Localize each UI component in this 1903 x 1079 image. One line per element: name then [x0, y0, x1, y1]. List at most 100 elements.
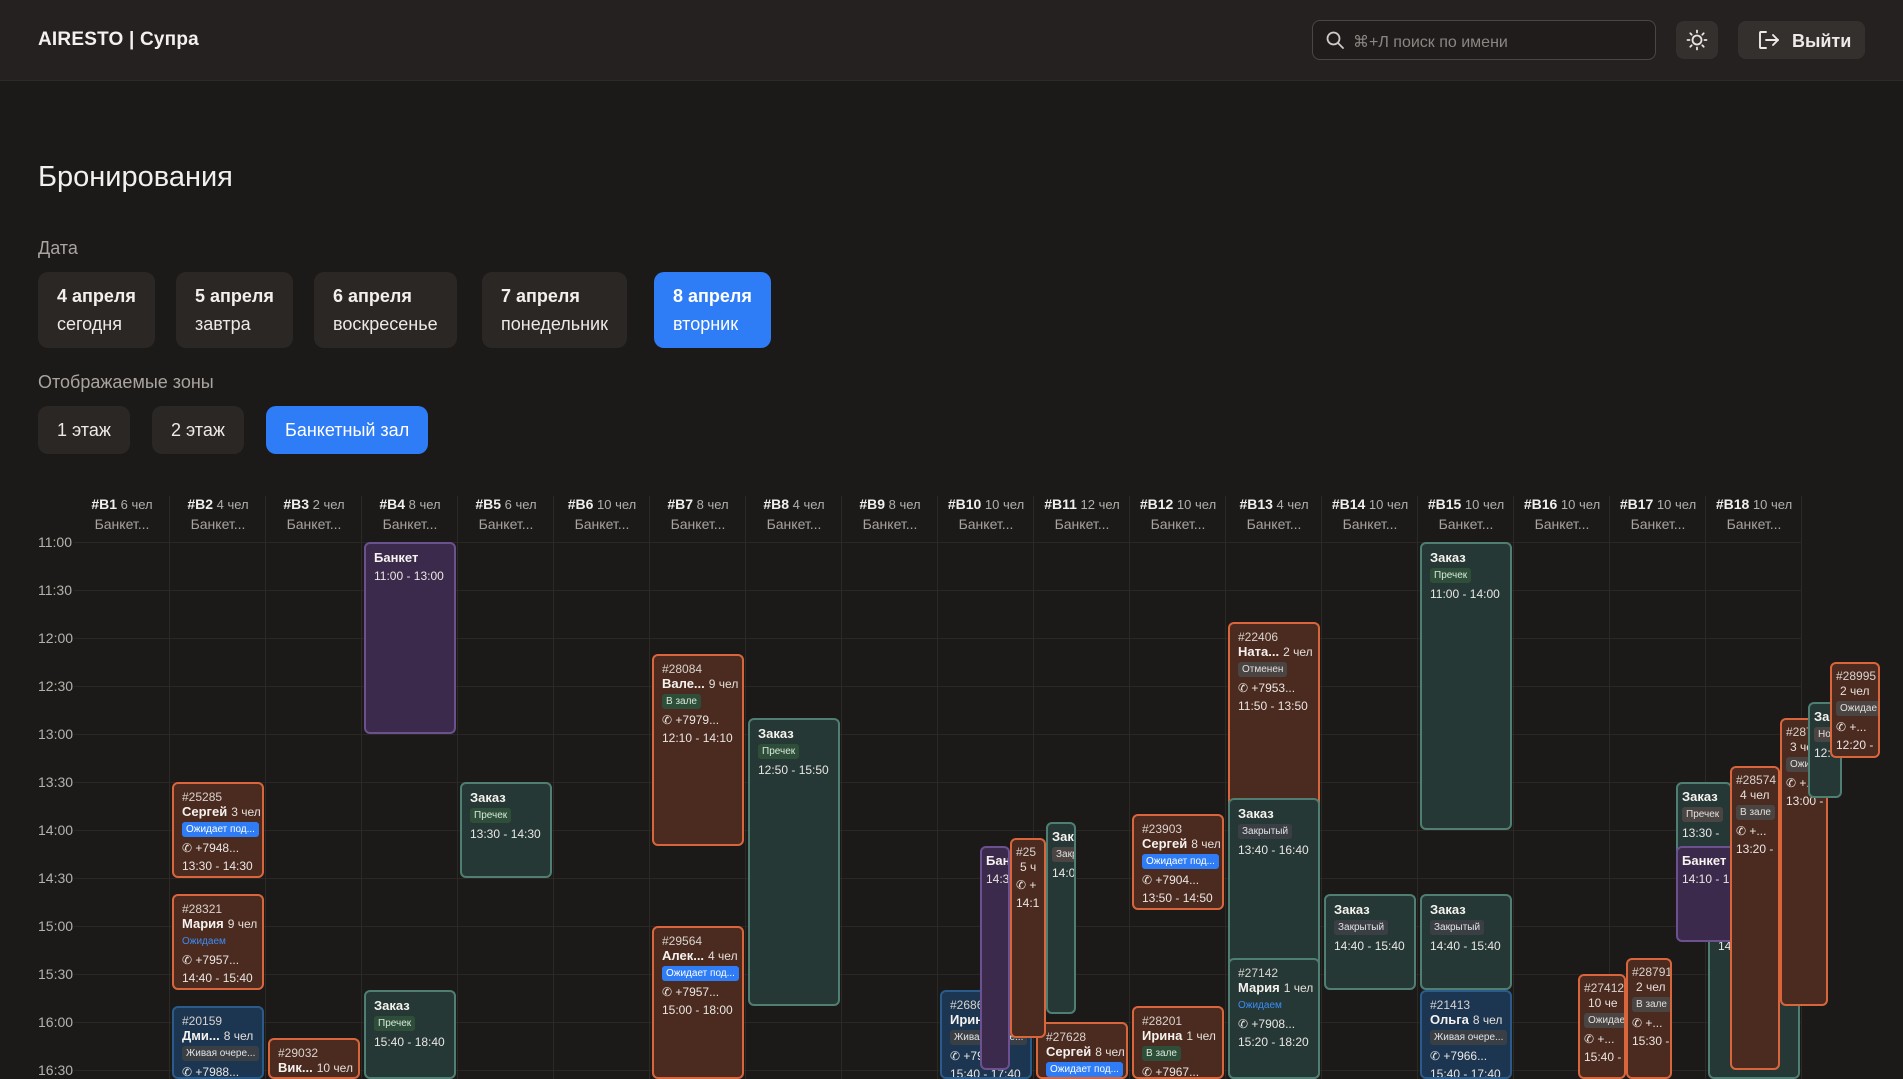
table-zone: Банкет... — [1630, 516, 1686, 532]
table-id: #B17 — [1619, 496, 1654, 512]
status-badge: Ожидает под... — [182, 822, 259, 837]
booking-card[interactable]: #29032 Вик... 10 чел — [268, 1038, 360, 1079]
booking-number: #21413 — [1430, 998, 1471, 1012]
table-seats: 10 чел — [1173, 497, 1217, 512]
table-column-header: #B10 10 чел Банкет... — [938, 496, 1034, 532]
table-id: #B8 — [763, 496, 790, 512]
booking-card[interactable]: Банкет 11:00 - 13:00 — [364, 542, 456, 734]
booking-number: #28321 — [182, 902, 223, 916]
booking-card-overlapping[interactable]: #28574 4 чел В зале ✆ +... 13:20 - — [1730, 766, 1780, 1070]
booking-time: 14:40 - 15:40 — [1334, 939, 1405, 953]
table-column-header: #B18 10 чел Банкет... — [1706, 496, 1802, 532]
time-gridline — [74, 926, 1802, 927]
booking-card[interactable]: #23903 Сергей 8 чел Ожидает под... ✆ +7904..… — [1132, 814, 1224, 910]
phone-icon: ✆ — [1836, 720, 1850, 734]
phone-text: +7957... — [675, 985, 720, 999]
status-badge: Закрытый — [1238, 824, 1293, 839]
booking-title: 10 че — [1584, 995, 1620, 1010]
booking-card-overlapping[interactable]: Бан 14:3 — [980, 846, 1010, 1070]
booking-card[interactable]: #21413 Ольга 8 чел Живая очере... ✆ +7966...… — [1420, 990, 1512, 1079]
phone-text: +7979... — [675, 713, 720, 727]
time-gridline — [74, 542, 1802, 543]
booking-card[interactable]: Заказ Пречек 12:50 - 15:50 — [748, 718, 840, 1006]
phone-number: ✆ +7979... — [662, 713, 734, 727]
table-zone: Банкет... — [1246, 516, 1302, 532]
column-divider — [457, 496, 458, 1079]
booking-title: 2 чел — [1836, 683, 1874, 698]
booking-card-overlapping[interactable]: #25 5 ч ✆ +14:1 — [1010, 838, 1046, 1038]
booking-time: 13:30 - 14:30 — [470, 827, 541, 841]
guest-count: 8 чел — [223, 1029, 254, 1043]
table-seats: 10 чел — [1557, 497, 1601, 512]
phone-number: ✆ +... — [1836, 720, 1874, 734]
table-column-header: #B9 8 чел Банкет... — [842, 496, 938, 532]
time-label: 14:30 — [38, 870, 74, 886]
column-divider — [553, 496, 554, 1079]
phone-text: + — [1029, 878, 1037, 892]
guest-count: 8 чел — [1191, 837, 1221, 851]
booking-card[interactable]: Заказ Закрытый 14:40 - 15:40 — [1324, 894, 1416, 990]
booking-time: 14:0 — [1052, 866, 1076, 880]
booking-time: 13:50 - 14:50 — [1142, 891, 1213, 905]
table-zone: Банкет... — [1534, 516, 1590, 532]
table-column-header: #B14 10 чел Банкет... — [1322, 496, 1418, 532]
status-badge: В зале — [662, 694, 701, 709]
table-zone: Банкет... — [766, 516, 822, 532]
booking-card[interactable]: #20159 Дми... 8 чел Живая очере... ✆ +7988..… — [172, 1006, 264, 1079]
table-seats: 10 чел — [1365, 497, 1409, 512]
booking-card[interactable]: #28084 Вале... 9 чел В зале ✆ +7979... 12:10 … — [652, 654, 744, 846]
booking-card-overlapping[interactable]: Зак Закр 14:0 — [1046, 822, 1076, 1014]
booking-time: 13:30 - — [1682, 826, 1720, 840]
time-gridline — [74, 974, 1802, 975]
booking-number: #28791 — [1632, 965, 1672, 979]
booking-card[interactable]: Заказ Пречек 11:00 - 14:00 — [1420, 542, 1512, 830]
booking-card[interactable]: #22406 Ната... 2 чел Отменен ✆ +7953... 11:50… — [1228, 622, 1320, 814]
guest-count: 4 чел — [1740, 788, 1770, 802]
booking-card[interactable]: #28201 Ирина 1 чел В зале ✆ +7967... — [1132, 1006, 1224, 1079]
table-zone: Банкет... — [574, 516, 630, 532]
booking-card[interactable]: #28321 Мария 9 чел Ожидаем ✆ +7957... 14:40 -… — [172, 894, 264, 990]
booking-card[interactable]: #27142 Мария 1 чел Ожидаем ✆ +7908... 15:20 -… — [1228, 958, 1320, 1079]
guest-count: 2 чел — [1283, 645, 1313, 659]
status-badge: Ожидае — [1836, 701, 1878, 716]
table-column-header: #B5 6 чел Банкет... — [458, 496, 554, 532]
booking-card[interactable]: Заказ Пречек 13:30 - 14:30 — [460, 782, 552, 878]
table-seats: 10 чел — [1653, 497, 1697, 512]
time-gridline — [74, 878, 1802, 879]
column-divider — [361, 496, 362, 1079]
booking-card[interactable]: #25285 Сергей 3 чел Ожидает под... ✆ +7948..… — [172, 782, 264, 878]
phone-number: ✆ +... — [1584, 1032, 1620, 1046]
table-id: #B15 — [1427, 496, 1462, 512]
table-id: #B4 — [379, 496, 406, 512]
booking-number: #28084 — [662, 662, 703, 676]
table-header-id: #B15 10 чел — [1418, 496, 1514, 512]
booking-card-overlapping[interactable]: #28995 2 чел Ожидае ✆ +... 12:20 - — [1830, 662, 1880, 758]
phone-number: ✆ +7957... — [182, 953, 254, 967]
booking-number: #27412 — [1584, 981, 1625, 995]
booking-title: Алек... 4 чел — [662, 948, 738, 963]
table-seats: 10 чел — [1749, 497, 1793, 512]
table-header-id: #B7 8 чел — [650, 496, 746, 512]
table-zone: Банкет... — [1438, 516, 1494, 532]
booking-time: 12:50 - 15:50 — [758, 763, 829, 777]
status-badge: Ожидае — [1584, 1013, 1624, 1028]
booking-time: 15:20 - 18:20 — [1238, 1035, 1309, 1049]
booking-card[interactable]: #29564 Алек... 4 чел Ожидает под... ✆ +7957.… — [652, 926, 744, 1079]
booking-title: Сергей 8 чел — [1046, 1044, 1125, 1059]
booking-card-overlapping[interactable]: #28791 2 чел В зале ✆ +... 15:30 - — [1626, 958, 1672, 1079]
table-id: #B14 — [1331, 496, 1366, 512]
table-zone: Банкет... — [382, 516, 438, 532]
booking-title: 4 чел — [1736, 787, 1774, 802]
booking-card[interactable]: Заказ Закрытый 14:40 - 15:40 — [1420, 894, 1512, 990]
table-column-header: #B4 8 чел Банкет... — [362, 496, 458, 532]
table-id: #B16 — [1523, 496, 1558, 512]
table-seats: 2 чел — [309, 497, 345, 512]
booking-card-overlapping[interactable]: #27412 10 че Ожидае ✆ +... 15:40 - — [1578, 974, 1626, 1079]
booking-card[interactable]: #27628 Сергей 8 чел Ожидает под... — [1036, 1022, 1128, 1079]
phone-icon: ✆ — [1736, 824, 1750, 838]
booking-time: 13:20 - — [1736, 842, 1774, 856]
booking-title: Вале... 9 чел — [662, 676, 739, 691]
booking-card[interactable]: Заказ Пречек 15:40 - 18:40 — [364, 990, 456, 1079]
guest-count: 2 чел — [1636, 980, 1666, 994]
table-zone: Банкет... — [1726, 516, 1782, 532]
